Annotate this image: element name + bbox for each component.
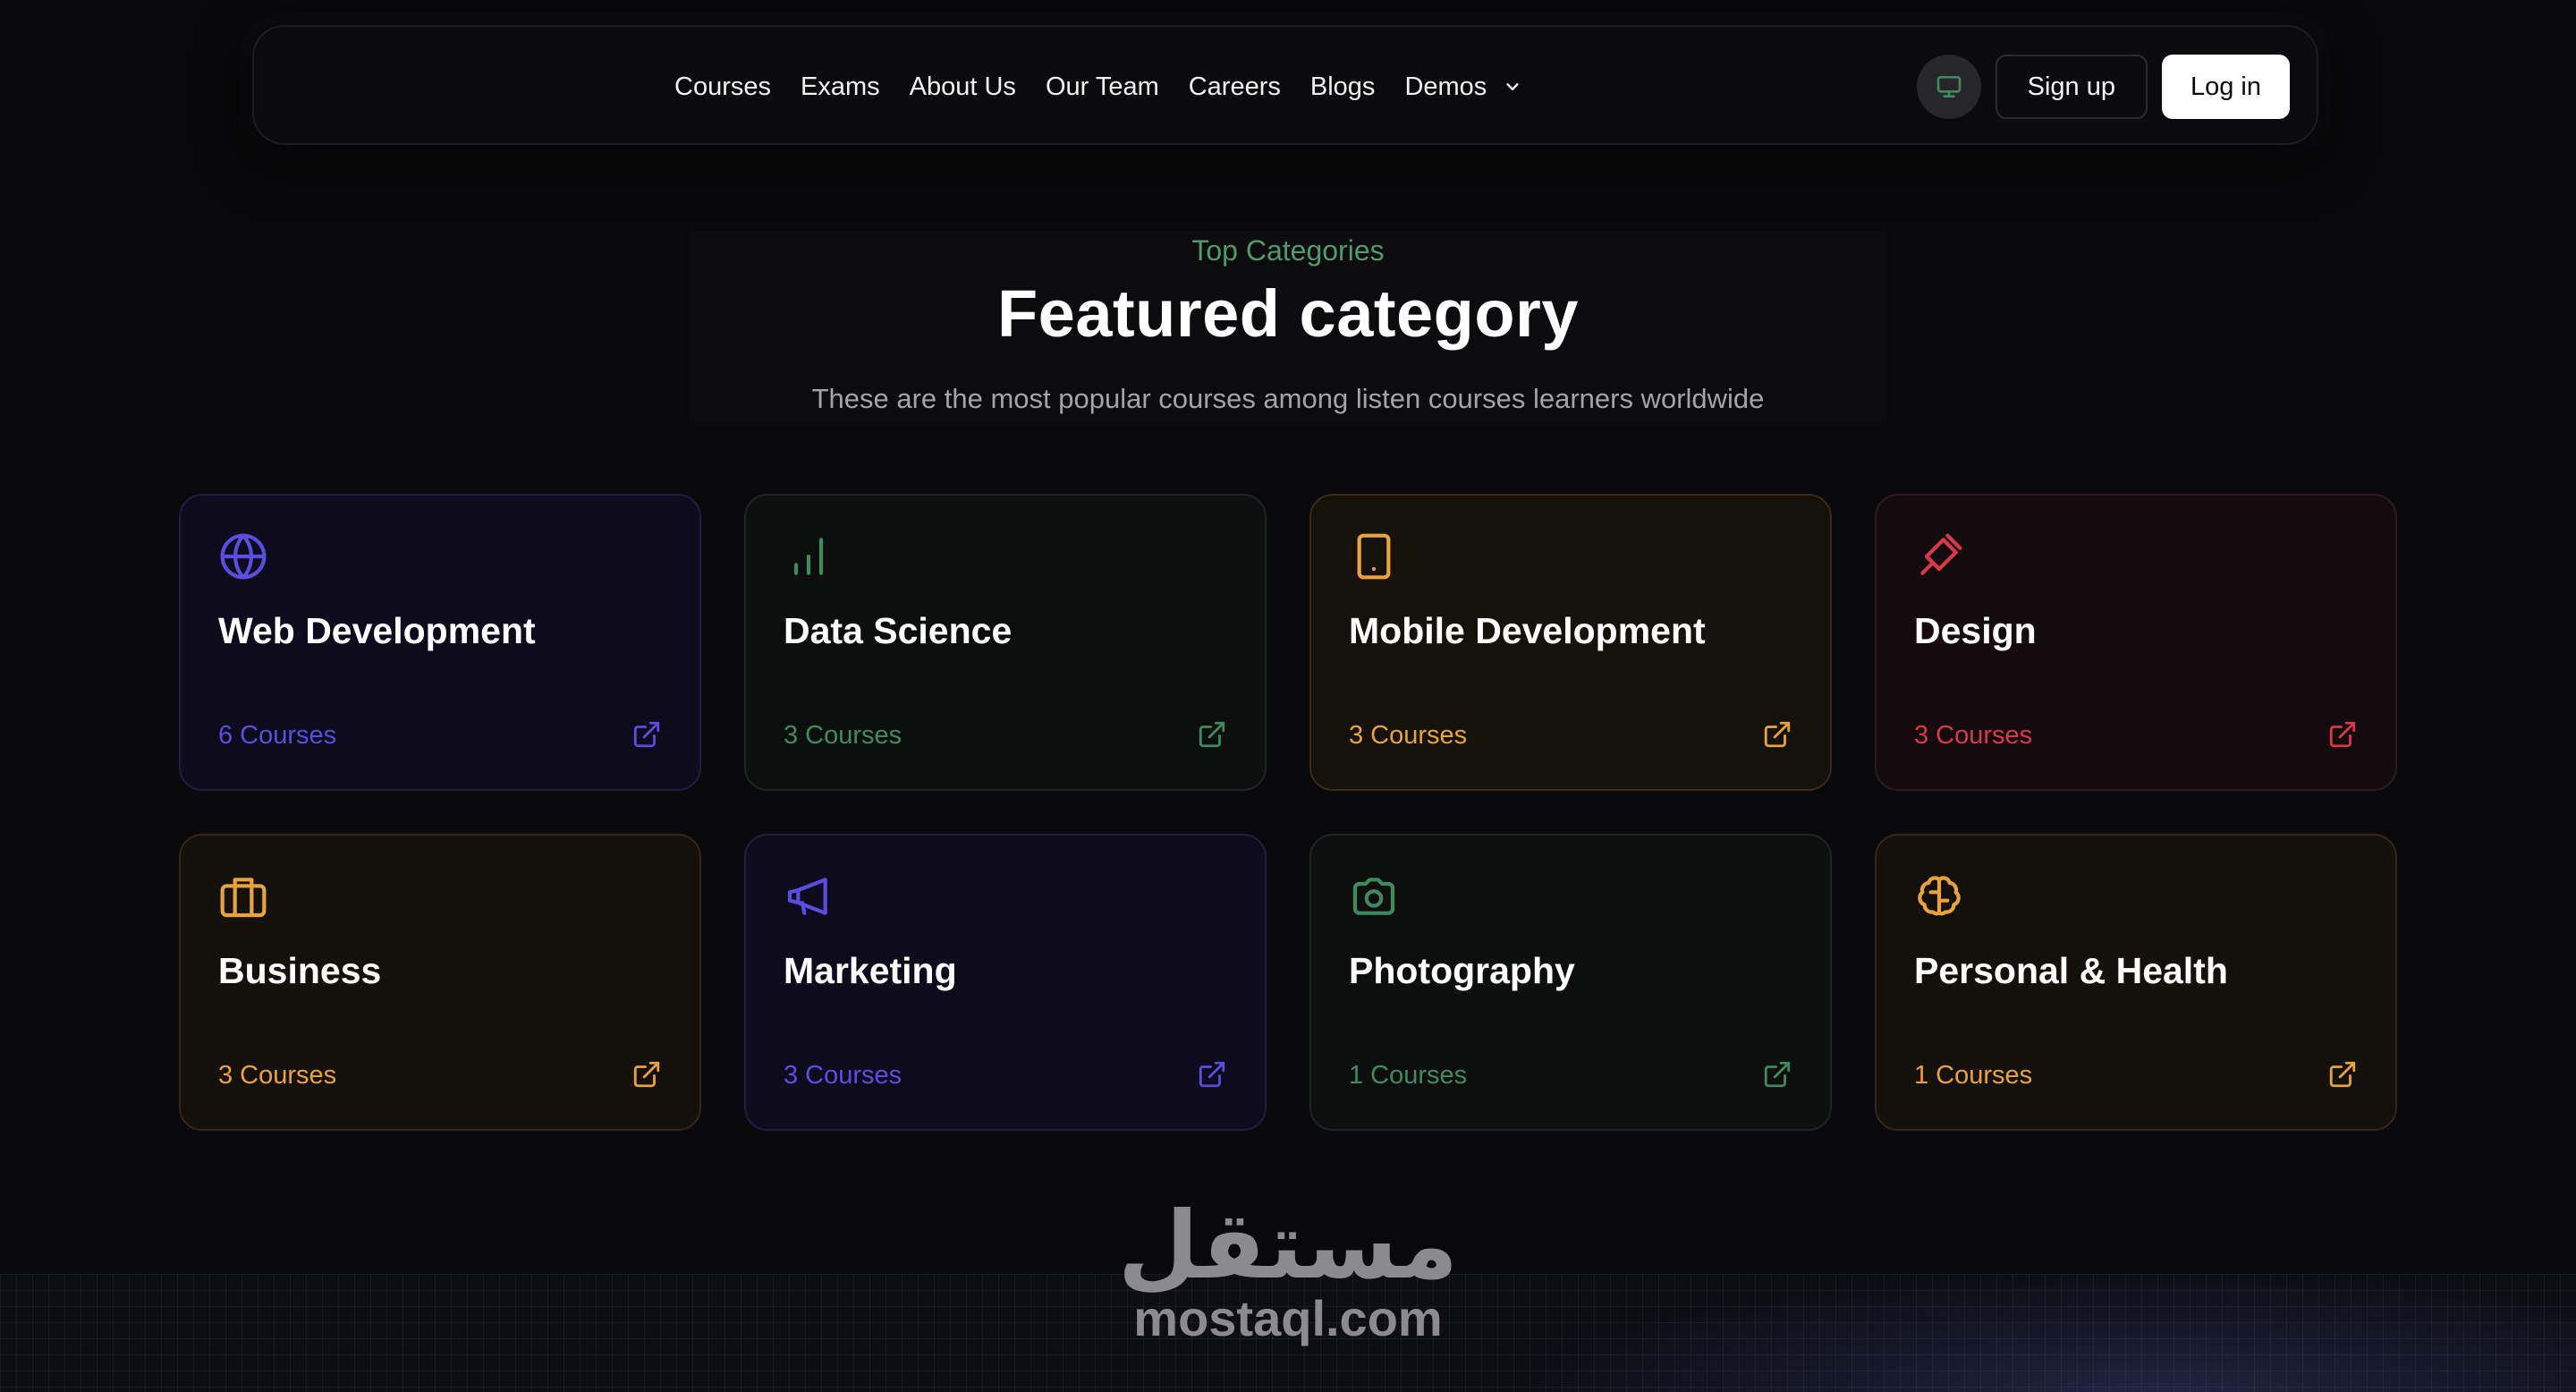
category-title: Business	[218, 950, 382, 991]
section-eyebrow: Top Categories	[1191, 234, 1385, 267]
category-card-mobile-development[interactable]: Mobile Development 3 Courses	[1309, 494, 1832, 791]
category-count: 1 Courses	[1349, 1061, 1468, 1090]
briefcase-icon	[220, 878, 267, 918]
chevron-down-icon	[1506, 83, 1519, 90]
external-link-icon[interactable]	[631, 1059, 662, 1090]
paintbrush-icon	[1920, 533, 1962, 575]
page: Courses Exams About Us Our Team Careers …	[0, 0, 2576, 1392]
nav-demos[interactable]: Demos	[1404, 72, 1522, 102]
bar-chart-icon	[793, 538, 824, 575]
nav-our-team[interactable]: Our Team	[1046, 72, 1159, 102]
category-count: 3 Courses	[784, 1061, 902, 1090]
watermark: مستقل mostaql.com	[1073, 1199, 1503, 1345]
monitor-icon	[1936, 76, 1961, 98]
category-card-photography[interactable]: Photography 1 Courses	[1309, 834, 1832, 1131]
category-title: Marketing	[784, 950, 957, 991]
watermark-latin: mostaql.com	[1133, 1290, 1443, 1346]
external-link-icon[interactable]	[2327, 1059, 2358, 1090]
external-link-icon[interactable]	[631, 719, 662, 750]
category-title: Personal & Health	[1914, 950, 2228, 991]
category-count: 1 Courses	[1914, 1061, 2033, 1090]
nav-courses[interactable]: Courses	[674, 72, 771, 102]
nav-about-us[interactable]: About Us	[910, 72, 1016, 102]
nav-careers[interactable]: Careers	[1189, 72, 1281, 102]
category-card-web-development[interactable]: Web Development 6 Courses	[179, 494, 701, 791]
category-count: 3 Courses	[784, 721, 902, 750]
theme-toggle-button[interactable]	[1916, 55, 1981, 119]
category-title: Photography	[1349, 950, 1575, 991]
watermark-arabic: مستقل	[1117, 1191, 1459, 1300]
brain-icon	[1918, 876, 1961, 916]
category-count: 3 Courses	[1914, 721, 2033, 750]
nav-blogs[interactable]: Blogs	[1310, 72, 1376, 102]
nav-actions: Sign up Log in	[1916, 27, 2290, 147]
tablet-icon	[1357, 533, 1391, 580]
external-link-icon[interactable]	[1197, 1059, 1227, 1090]
navbar: Courses Exams About Us Our Team Careers …	[252, 25, 2318, 145]
camera-icon	[1352, 878, 1395, 915]
section-title: Featured category	[996, 276, 1580, 351]
nav-exams[interactable]: Exams	[801, 72, 880, 102]
category-count: 6 Courses	[218, 721, 337, 750]
category-card-design[interactable]: Design 3 Courses	[1875, 494, 2397, 791]
category-card-data-science[interactable]: Data Science 3 Courses	[744, 494, 1267, 791]
external-link-icon[interactable]	[1197, 719, 1227, 750]
category-title: Data Science	[784, 610, 1013, 651]
nav-links: Courses Exams About Us Our Team Careers …	[674, 27, 1552, 147]
nav-demos-label: Demos	[1404, 72, 1487, 101]
category-count: 3 Courses	[218, 1061, 337, 1090]
external-link-icon[interactable]	[1762, 719, 1792, 750]
external-link-icon[interactable]	[2327, 719, 2358, 750]
category-title: Design	[1914, 610, 2037, 651]
category-title: Web Development	[218, 610, 536, 651]
login-button[interactable]: Log in	[2161, 55, 2290, 119]
category-card-personal-health[interactable]: Personal & Health 1 Courses	[1875, 834, 2397, 1131]
signup-button[interactable]: Sign up	[1995, 55, 2148, 119]
globe-icon	[220, 533, 267, 580]
megaphone-icon	[787, 878, 827, 915]
footer-glow	[1521, 1274, 2576, 1392]
external-link-icon[interactable]	[1762, 1059, 1792, 1090]
category-card-business[interactable]: Business 3 Courses	[179, 834, 701, 1131]
category-title: Mobile Development	[1349, 610, 1706, 651]
category-count: 3 Courses	[1349, 721, 1468, 750]
category-card-marketing[interactable]: Marketing 3 Courses	[744, 834, 1267, 1131]
section-subtitle: These are the most popular courses among…	[811, 383, 1765, 414]
